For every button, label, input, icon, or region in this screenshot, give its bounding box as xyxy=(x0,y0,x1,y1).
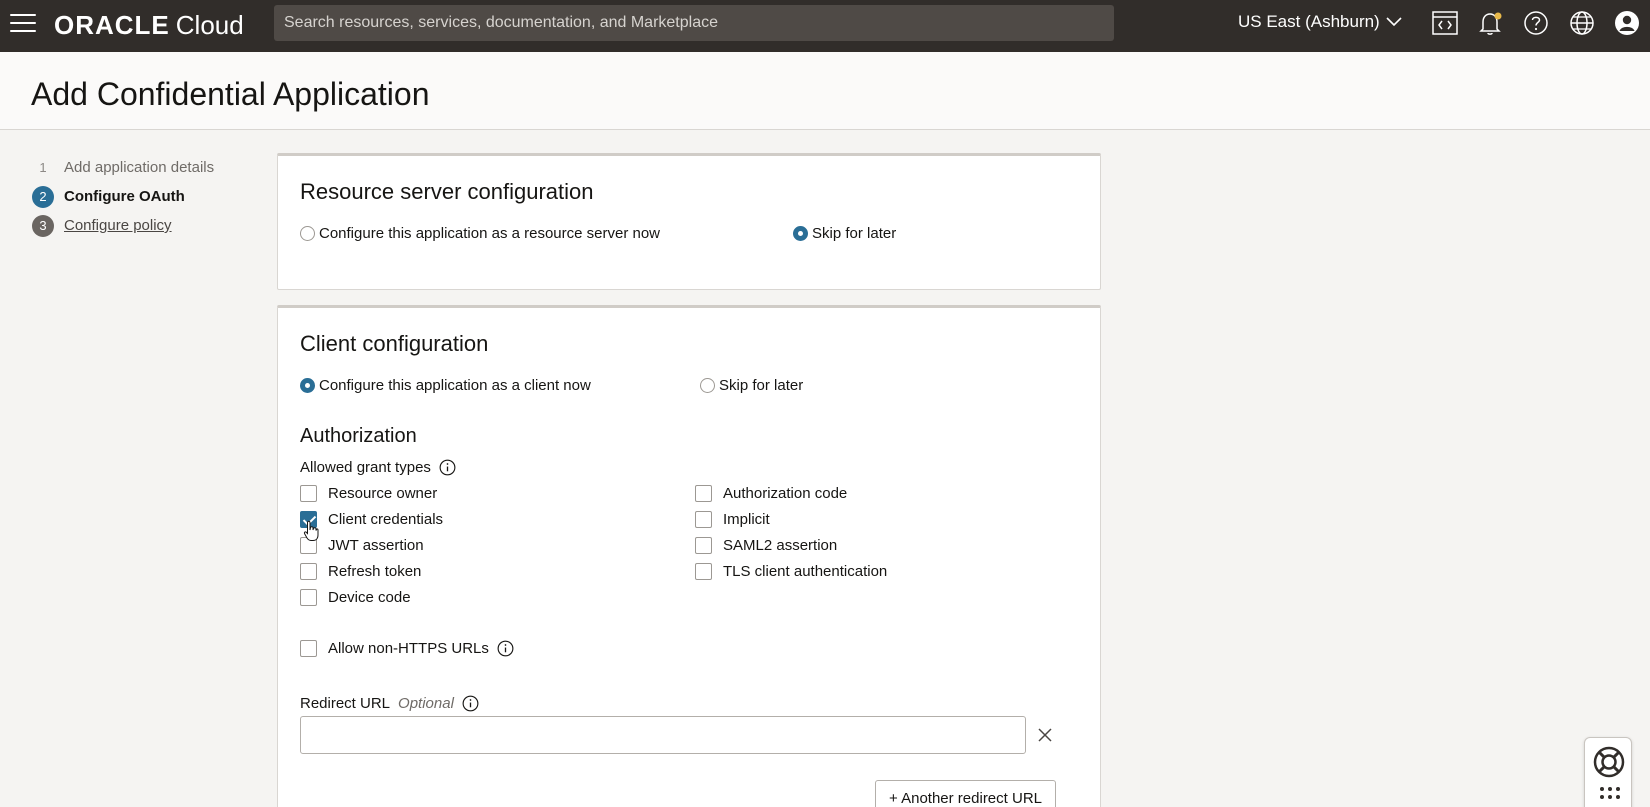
region-selector[interactable]: US East (Ashburn) xyxy=(1238,9,1402,35)
step-label[interactable]: Configure policy xyxy=(64,217,172,234)
checkbox[interactable] xyxy=(300,536,317,554)
grant-implicit-checkbox[interactable]: Implicit xyxy=(695,509,770,529)
radio-label: Skip for later xyxy=(812,225,897,242)
top-navigation-bar: ORACLE Cloud Search resources, services, … xyxy=(0,0,1650,52)
lifebuoy-icon[interactable] xyxy=(1592,745,1626,779)
step-number: 3 xyxy=(32,214,54,237)
step-number: 1 xyxy=(39,159,47,175)
grant-device-code-checkbox[interactable]: Device code xyxy=(300,587,411,607)
resource-server-later-radio[interactable]: Skip for later xyxy=(793,225,896,242)
checkbox[interactable] xyxy=(695,484,712,502)
card-title: Resource server configuration xyxy=(300,179,594,204)
checkbox-label: Implicit xyxy=(723,510,770,528)
checkbox[interactable] xyxy=(695,536,712,554)
step-label: Add application details xyxy=(64,159,215,176)
info-icon[interactable] xyxy=(497,640,514,657)
radio-button[interactable] xyxy=(300,378,315,393)
checkbox[interactable] xyxy=(300,639,317,657)
radio-label: Skip for later xyxy=(719,377,804,394)
checkbox[interactable] xyxy=(300,562,317,580)
checkbox-label: Device code xyxy=(328,588,411,606)
info-icon[interactable] xyxy=(439,459,456,476)
grant-types-label: Allowed grant types xyxy=(300,459,456,476)
checkbox[interactable] xyxy=(300,588,317,606)
step-add-application-details: 1 Add application details xyxy=(32,153,214,182)
checkbox-label: SAML2 assertion xyxy=(723,536,838,554)
help-icon[interactable] xyxy=(1521,8,1551,38)
checkbox-label: JWT assertion xyxy=(328,536,424,554)
close-icon[interactable] xyxy=(1035,725,1055,745)
page-title: Add Confidential Application xyxy=(31,76,430,112)
code-editor-icon[interactable] xyxy=(1430,8,1460,38)
resource-server-card: Resource server configuration Configure … xyxy=(277,153,1101,290)
search-placeholder: Search resources, services, documentatio… xyxy=(284,14,718,31)
grant-saml2-assertion-checkbox[interactable]: SAML2 assertion xyxy=(695,535,837,555)
step-configure-oauth: 2 Configure OAuth xyxy=(32,182,214,211)
page-header: Add Confidential Application xyxy=(0,52,1650,130)
oracle-cloud-logo[interactable]: ORACLE Cloud xyxy=(54,9,244,41)
client-now-radio[interactable]: Configure this application as a client n… xyxy=(300,377,591,394)
brand-product: Cloud xyxy=(175,10,244,40)
checkbox[interactable] xyxy=(300,484,317,502)
wizard-steps: 1 Add application details 2 Configure OA… xyxy=(32,153,214,240)
step-number: 2 xyxy=(32,185,54,208)
authorization-heading: Authorization xyxy=(300,425,417,447)
allow-non-https-checkbox[interactable]: Allow non-HTTPS URLs xyxy=(300,638,514,658)
globe-icon[interactable] xyxy=(1567,8,1597,38)
optional-tag: Optional xyxy=(398,695,454,712)
client-configuration-card: Client configuration Configure this appl… xyxy=(277,305,1101,807)
grant-authorization-code-checkbox[interactable]: Authorization code xyxy=(695,483,847,503)
grant-types-text: Allowed grant types xyxy=(300,459,431,476)
resource-server-now-radio[interactable]: Configure this application as a resource… xyxy=(300,225,660,242)
step-configure-policy[interactable]: 3 Configure policy xyxy=(32,211,214,240)
checkbox[interactable] xyxy=(695,510,712,528)
card-title: Client configuration xyxy=(300,331,489,356)
radio-button[interactable] xyxy=(300,226,315,241)
radio-label: Configure this application as a client n… xyxy=(319,377,591,394)
radio-button[interactable] xyxy=(700,378,715,393)
checkbox-label: Refresh token xyxy=(328,562,422,580)
bell-icon[interactable] xyxy=(1475,8,1505,38)
info-icon[interactable] xyxy=(462,695,479,712)
grant-jwt-assertion-checkbox[interactable]: JWT assertion xyxy=(300,535,424,555)
step-label: Configure OAuth xyxy=(64,188,185,205)
grant-client-credentials-checkbox[interactable]: Client credentials xyxy=(300,509,443,529)
checkbox-label: TLS client authentication xyxy=(723,562,888,580)
checkbox-label: Client credentials xyxy=(328,510,444,528)
another-redirect-url-button[interactable]: + Another redirect URL xyxy=(875,780,1056,807)
checkbox[interactable] xyxy=(300,510,317,528)
region-label: US East (Ashburn) xyxy=(1238,12,1380,31)
client-later-radio[interactable]: Skip for later xyxy=(700,377,803,394)
grant-tls-client-authentication-checkbox[interactable]: TLS client authentication xyxy=(695,561,887,581)
redirect-url-text: Redirect URL xyxy=(300,695,391,712)
radio-label: Configure this application as a resource… xyxy=(319,225,661,242)
brand-name: ORACLE xyxy=(54,10,170,40)
checkbox-label: Authorization code xyxy=(723,484,848,502)
search-input[interactable]: Search resources, services, documentatio… xyxy=(274,5,1114,41)
checkbox-label: Allow non-HTTPS URLs xyxy=(328,639,489,657)
radio-button[interactable] xyxy=(793,226,808,241)
help-widget xyxy=(1584,737,1632,807)
redirect-url-label: Redirect URL Optional xyxy=(300,695,479,712)
checkbox[interactable] xyxy=(695,562,712,580)
grant-resource-owner-checkbox[interactable]: Resource owner xyxy=(300,483,437,503)
apps-grid-icon[interactable] xyxy=(1599,786,1621,800)
chevron-down-icon xyxy=(1386,17,1402,27)
redirect-url-input[interactable] xyxy=(300,716,1026,754)
grant-refresh-token-checkbox[interactable]: Refresh token xyxy=(300,561,421,581)
menu-icon[interactable] xyxy=(10,14,36,34)
user-icon[interactable] xyxy=(1612,8,1642,38)
checkbox-label: Resource owner xyxy=(328,484,438,502)
